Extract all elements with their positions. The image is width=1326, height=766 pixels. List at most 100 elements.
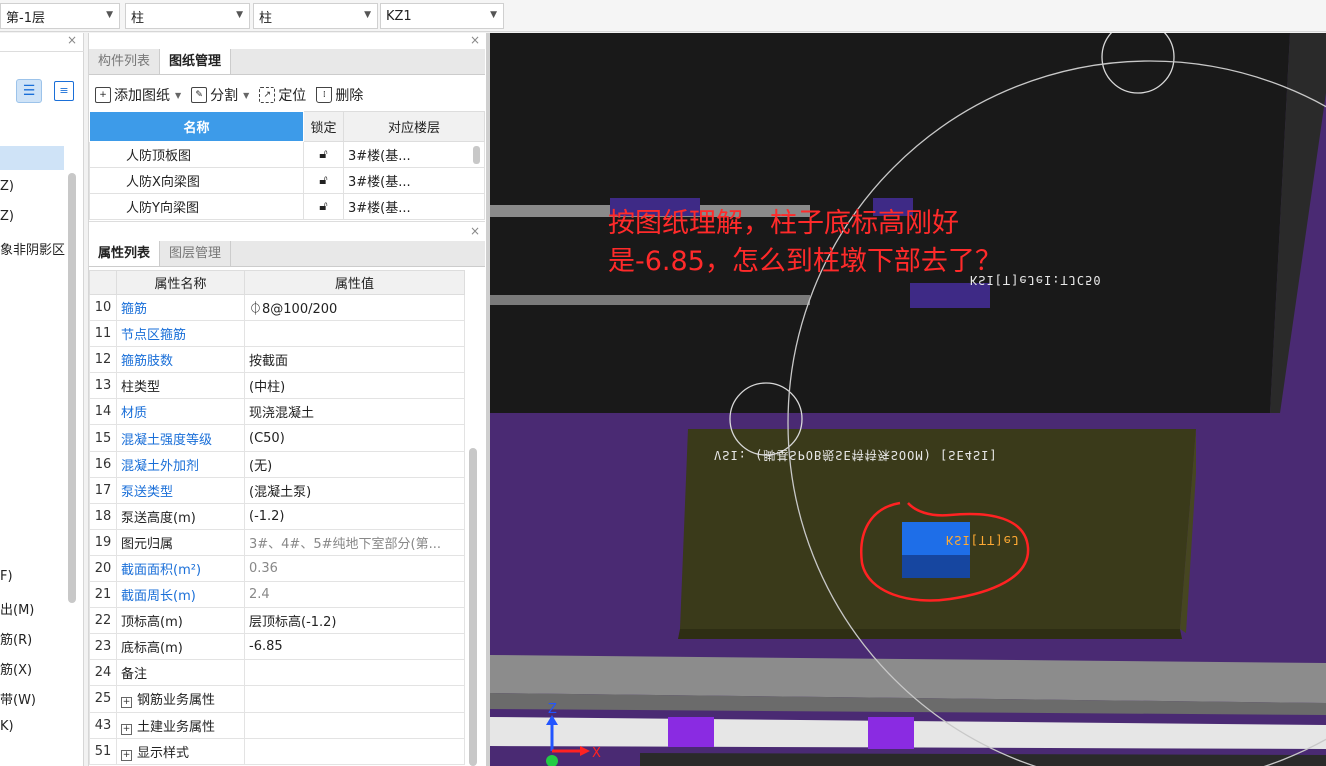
property-value[interactable]	[244, 711, 465, 739]
column-header-name[interactable]: 名称	[89, 111, 304, 142]
lock-icon[interactable]: 🔓︎	[303, 167, 344, 194]
drawing-table: 名称 锁定 对应楼层 人防顶板图 🔓︎ 3#楼(基... 人防X向梁图 🔓︎ 3…	[89, 111, 485, 220]
property-value[interactable]: 层顶标高(-1.2)	[244, 607, 465, 635]
table-row[interactable]: 43 + 土建业务属性	[89, 711, 465, 739]
divider	[0, 51, 84, 52]
tree-item[interactable]: F)	[0, 569, 13, 584]
table-row[interactable]: 10 箍筋 ⏀8@100/200	[89, 293, 465, 322]
property-value[interactable]	[244, 685, 465, 713]
property-name: 箍筋	[116, 293, 245, 322]
chevron-down-icon: ▼	[243, 90, 250, 100]
lock-icon[interactable]: 🔓︎	[303, 141, 344, 168]
lower-slab	[640, 753, 1326, 766]
splitter[interactable]	[486, 33, 490, 766]
tree-item[interactable]: 象非阴影区	[0, 239, 65, 258]
chevron-down-icon: ▼	[490, 10, 497, 20]
table-row[interactable]: 24 备注	[89, 659, 465, 687]
property-value[interactable]	[244, 737, 465, 765]
tree-item[interactable]: 出(M)	[0, 599, 34, 618]
expand-icon[interactable]: +	[121, 697, 132, 709]
row-index: 51	[89, 737, 117, 765]
property-value[interactable]: -6.85	[244, 633, 465, 661]
tree-item[interactable]: K)	[0, 719, 14, 734]
property-value[interactable]: 按截面	[244, 346, 465, 374]
table-row[interactable]: 51 + 显示样式	[89, 737, 465, 765]
type-select[interactable]: 柱 ▼	[253, 3, 378, 29]
table-row[interactable]: 23 底标高(m) -6.85	[89, 633, 465, 661]
expand-icon[interactable]: +	[121, 749, 132, 761]
table-row[interactable]: 13 柱类型 (中柱)	[89, 372, 465, 400]
pile-cap-edge	[678, 629, 1182, 639]
table-row[interactable]: 人防Y向梁图 🔓︎ 3#楼(基...	[89, 193, 485, 220]
axis-label-z: Z	[548, 702, 557, 717]
detail-view-icon[interactable]: ≡	[54, 81, 74, 101]
property-value[interactable]: (中柱)	[244, 372, 465, 400]
table-row[interactable]: 12 箍筋肢数 按截面	[89, 346, 465, 374]
row-index: 43	[89, 711, 117, 739]
row-index: 18	[89, 502, 117, 530]
close-icon[interactable]: ×	[470, 224, 480, 238]
table-row[interactable]: 22 顶标高(m) 层顶标高(-1.2)	[89, 607, 465, 635]
add-drawing-button[interactable]: + 添加图纸 ▼	[95, 85, 181, 105]
property-value[interactable]: 现浇混凝土	[244, 398, 465, 426]
purple-block	[868, 717, 914, 749]
property-value[interactable]: ⏀8@100/200	[244, 293, 465, 322]
property-value[interactable]: 2.4	[244, 581, 465, 609]
property-value[interactable]: 3#、4#、5#纯地下室部分(第...	[244, 528, 465, 556]
lock-icon[interactable]: 🔓︎	[303, 193, 344, 220]
table-row[interactable]: 19 图元归属 3#、4#、5#纯地下室部分(第...	[89, 528, 465, 556]
delete-button[interactable]: ⁞ 删除	[316, 85, 363, 105]
property-name: 截面面积(m²)	[116, 554, 245, 583]
table-row[interactable]: 15 混凝土强度等级 (C50)	[89, 424, 465, 452]
tree-item[interactable]: Z)	[0, 209, 14, 224]
floor-select[interactable]: 第-1层 ▼	[0, 3, 120, 29]
group-label: 钢筋业务属性	[137, 693, 216, 709]
column-header-floor[interactable]: 对应楼层	[343, 111, 485, 142]
property-value[interactable]	[244, 320, 465, 348]
locate-button[interactable]: ↗ 定位	[259, 85, 306, 105]
tab-property-list[interactable]: 属性列表	[89, 241, 161, 266]
group-label: 土建业务属性	[137, 719, 216, 735]
close-icon[interactable]: ×	[470, 33, 480, 47]
tab-drawing-manage[interactable]: 图纸管理	[160, 49, 232, 74]
property-value[interactable]: (C50)	[244, 424, 465, 452]
table-row[interactable]: 21 截面周长(m) 2.4	[89, 581, 465, 609]
table-row[interactable]: 25 + 钢筋业务属性	[89, 685, 465, 713]
table-row[interactable]: 人防X向梁图 🔓︎ 3#楼(基...	[89, 167, 485, 194]
tree-item[interactable]: 筋(R)	[0, 629, 32, 648]
property-name: 图元归属	[116, 528, 245, 556]
scrollbar[interactable]	[473, 146, 480, 164]
table-row[interactable]: 17 泵送类型 (混凝土泵)	[89, 476, 465, 504]
tree-selected-row[interactable]	[0, 146, 64, 170]
list-view-icon[interactable]: ☰	[16, 79, 42, 103]
component-select[interactable]: KZ1 ▼	[380, 3, 504, 29]
close-icon[interactable]: ×	[67, 33, 77, 47]
property-value[interactable]: 0.36	[244, 554, 465, 583]
split-button[interactable]: ✎ 分割 ▼	[191, 85, 249, 105]
property-value[interactable]	[244, 659, 465, 687]
tree-item[interactable]: 筋(X)	[0, 659, 32, 678]
table-row[interactable]: 16 混凝土外加剂 (无)	[89, 450, 465, 478]
table-row[interactable]: 18 泵送高度(m) (-1.2)	[89, 502, 465, 530]
tab-layer-manage[interactable]: 图层管理	[160, 241, 232, 266]
tree-item[interactable]: 带(W)	[0, 689, 36, 708]
property-value[interactable]: (-1.2)	[244, 502, 465, 530]
chevron-down-icon: ▼	[236, 10, 243, 20]
tree-item[interactable]: Z)	[0, 179, 14, 194]
3d-viewport[interactable]: Z X KSI[T]eJeI:TJC50 VSI: (脚基SPOB般SE特特殊S…	[490, 33, 1326, 766]
question-annotation: 按图纸理解，柱子底标高刚好 是-6.85，怎么到柱墩下部去了？	[608, 205, 1002, 281]
property-value[interactable]: (混凝土泵)	[244, 476, 465, 504]
divider	[89, 221, 485, 222]
expand-icon[interactable]: +	[121, 723, 132, 735]
property-value[interactable]: (无)	[244, 450, 465, 478]
category-select[interactable]: 柱 ▼	[125, 3, 250, 29]
component-select-value: KZ1	[386, 8, 412, 24]
scrollbar[interactable]	[469, 448, 477, 766]
column-header-lock[interactable]: 锁定	[303, 111, 344, 142]
tab-component-list[interactable]: 构件列表	[89, 49, 161, 74]
scrollbar[interactable]	[68, 173, 76, 603]
table-row[interactable]: 11 节点区箍筋	[89, 320, 465, 348]
table-row[interactable]: 人防顶板图 🔓︎ 3#楼(基...	[89, 141, 485, 168]
table-row[interactable]: 20 截面面积(m²) 0.36	[89, 554, 465, 583]
table-row[interactable]: 14 材质 现浇混凝土	[89, 398, 465, 426]
